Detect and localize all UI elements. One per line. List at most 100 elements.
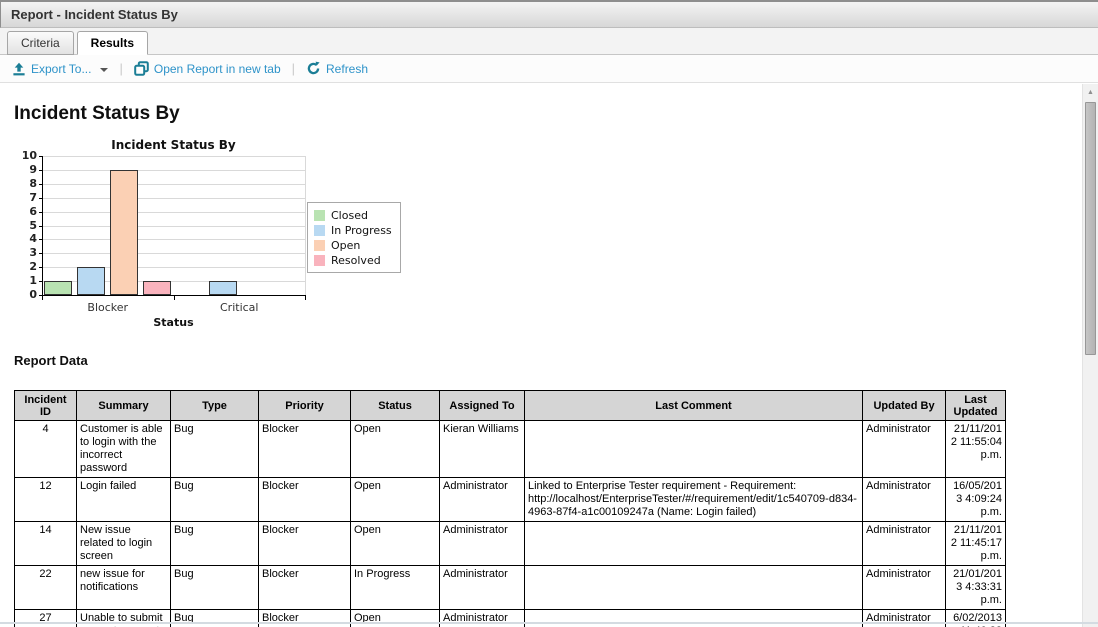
table-cell: Open (351, 421, 440, 478)
category-label-blocker: Blocker (42, 301, 174, 314)
y-axis-tick-label: 0 (14, 289, 37, 301)
header-cell-priority: Priority (259, 391, 351, 421)
y-axis-tick-label: 5 (14, 220, 37, 232)
tab-results[interactable]: Results (77, 31, 148, 55)
table-cell: Administrator (440, 478, 525, 522)
table-cell (525, 421, 863, 478)
table-cell: New issue related to login screen (77, 522, 171, 566)
table-cell: Blocker (259, 421, 351, 478)
legend-swatch-in-progress (314, 225, 325, 236)
y-axis-tick-label: 7 (14, 192, 37, 204)
report-toolbar: Export To... | Open Report in new tab | … (0, 55, 1098, 83)
table-cell: In Progress (351, 566, 440, 610)
table-row: 22new issue for notificationsBugBlockerI… (15, 566, 1006, 610)
gridline (42, 156, 305, 157)
y-axis-tick-label: 3 (14, 247, 37, 259)
table-cell: Administrator (863, 478, 946, 522)
gridline (42, 170, 305, 171)
table-cell: Linked to Enterprise Tester requirement … (525, 478, 863, 522)
legend-label: Resolved (331, 254, 381, 267)
legend-swatch-resolved (314, 255, 325, 266)
table-cell: 14 (15, 522, 77, 566)
table-cell: Bug (171, 478, 259, 522)
caret-down-icon (100, 68, 108, 76)
y-axis-line (42, 156, 43, 296)
gridline (42, 184, 305, 185)
table-cell: Unable to submit request. request hangs (77, 610, 171, 627)
bar-in-progress-critical (209, 281, 237, 295)
legend-swatch-open (314, 240, 325, 251)
header-cell-last-comment: Last Comment (525, 391, 863, 421)
open-report-new-tab-button[interactable]: Open Report in new tab (131, 61, 284, 76)
header-cell-type: Type (171, 391, 259, 421)
x-axis-tick (42, 296, 43, 300)
gridline (42, 239, 305, 240)
table-cell: Open (351, 522, 440, 566)
x-axis-tick (174, 296, 175, 300)
table-cell: Bug (171, 566, 259, 610)
header-cell-assigned-to: Assigned To (440, 391, 525, 421)
table-row: 27Unable to submit request. request hang… (15, 610, 1006, 627)
table-cell: 6/02/2013 11:40:38 (946, 610, 1006, 627)
table-header-row: Incident IDSummaryTypePriorityStatusAssi… (15, 391, 1006, 421)
table-cell (525, 522, 863, 566)
legend-label: In Progress (331, 224, 392, 237)
gridline (42, 226, 305, 227)
legend-item: Open (314, 238, 392, 253)
y-axis-tick-label: 8 (14, 178, 37, 190)
table-cell: 21/01/2013 4:33:31 p.m. (946, 566, 1006, 610)
table-cell: Login failed (77, 478, 171, 522)
gridline (42, 198, 305, 199)
legend-label: Closed (331, 209, 368, 222)
toolbar-separator: | (119, 61, 122, 76)
tab-criteria[interactable]: Criteria (7, 31, 74, 55)
table-cell (525, 610, 863, 627)
header-cell-incident-id: Incident ID (15, 391, 77, 421)
table-cell: 12 (15, 478, 77, 522)
vertical-scrollbar[interactable]: ▲ (1082, 84, 1098, 627)
legend-label: Open (331, 239, 360, 252)
gridline (42, 253, 305, 254)
table-cell: 21/11/2012 11:45:17 p.m. (946, 522, 1006, 566)
table-cell (525, 566, 863, 610)
table-cell: Open (351, 478, 440, 522)
table-cell: 16/05/2013 4:09:24 p.m. (946, 478, 1006, 522)
table-row: 12Login failedBugBlockerOpenAdministrato… (15, 478, 1006, 522)
table-cell: Blocker (259, 610, 351, 627)
table-cell: Administrator (440, 566, 525, 610)
legend-swatch-closed (314, 210, 325, 221)
copy-pages-icon (134, 61, 149, 76)
report-data-heading: Report Data (14, 353, 1082, 368)
refresh-icon (306, 61, 321, 76)
y-axis-tick-label: 1 (14, 275, 37, 287)
table-cell: Bug (171, 421, 259, 478)
y-axis-tick-label: 2 (14, 261, 37, 273)
x-axis-tick (305, 296, 306, 300)
table-cell: 27 (15, 610, 77, 627)
header-cell-updated-by: Updated By (863, 391, 946, 421)
open-report-label: Open Report in new tab (154, 62, 281, 76)
incident-status-chart: Incident Status By012345678910BlockerCri… (14, 138, 434, 334)
export-to-button[interactable]: Export To... (9, 61, 111, 76)
refresh-button[interactable]: Refresh (303, 61, 371, 76)
tab-criteria-label: Criteria (21, 36, 60, 50)
table-cell: Open (351, 610, 440, 627)
chart-title: Incident Status By (42, 138, 305, 152)
header-cell-summary: Summary (77, 391, 171, 421)
legend-item: Resolved (314, 253, 392, 268)
table-cell: Blocker (259, 522, 351, 566)
bar-resolved-blocker (143, 281, 171, 295)
scrollbar-up-button[interactable]: ▲ (1083, 84, 1098, 100)
plot-right-border (305, 156, 306, 295)
tab-results-label: Results (91, 36, 134, 50)
report-heading: Incident Status By (14, 102, 1082, 125)
y-axis-tick-label: 6 (14, 206, 37, 218)
table-cell: Bug (171, 522, 259, 566)
table-cell: Administrator (863, 610, 946, 627)
scrollbar-thumb[interactable] (1085, 102, 1096, 355)
table-cell: 21/11/2012 11:55:04 p.m. (946, 421, 1006, 478)
table-cell: 4 (15, 421, 77, 478)
table-cell: Administrator (863, 566, 946, 610)
scroll-up-arrow-icon: ▲ (1087, 89, 1094, 96)
table-cell: Administrator (440, 610, 525, 627)
